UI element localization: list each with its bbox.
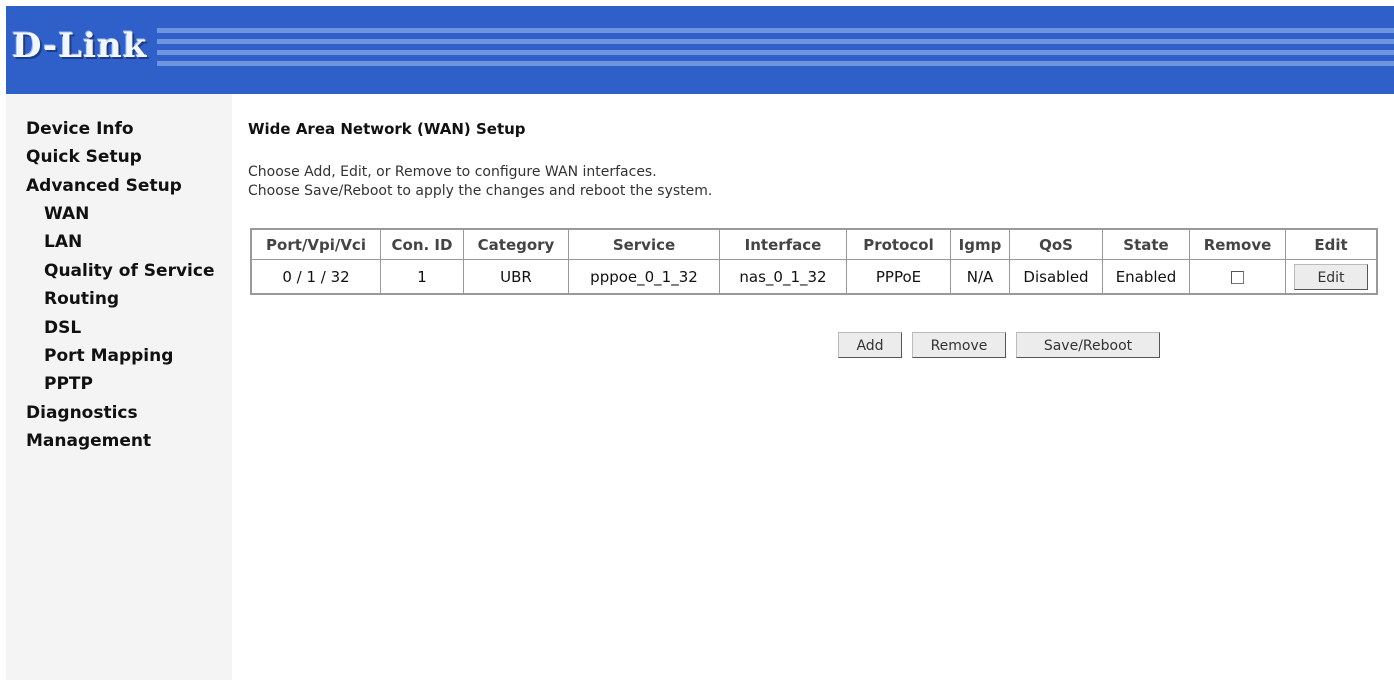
sidebar-item-device-info[interactable]: Device Info	[26, 119, 134, 139]
column-header-service: Service	[568, 228, 720, 260]
sidebar-item-routing[interactable]: Routing	[44, 289, 119, 309]
wan-interfaces-table: Port/Vpi/Vci Con. ID Category Service In…	[250, 228, 1378, 295]
cell-con-id: 1	[380, 259, 464, 295]
header-stripe	[6, 50, 1394, 55]
cell-remove	[1189, 259, 1286, 295]
add-button[interactable]: Add	[838, 332, 902, 358]
header-stripe	[6, 28, 1394, 33]
edit-button[interactable]: Edit	[1294, 263, 1368, 290]
sidebar-item-quality-of-service[interactable]: Quality of Service	[44, 261, 214, 281]
column-header-edit: Edit	[1285, 228, 1378, 260]
table-header-row: Port/Vpi/Vci Con. ID Category Service In…	[250, 228, 1378, 260]
cell-protocol: PPPoE	[846, 259, 951, 295]
page-title: Wide Area Network (WAN) Setup	[248, 120, 526, 138]
column-header-remove: Remove	[1189, 228, 1286, 260]
column-header-qos: QoS	[1009, 228, 1103, 260]
column-header-state: State	[1102, 228, 1190, 260]
column-header-port-vpi-vci: Port/Vpi/Vci	[250, 228, 381, 260]
sidebar-item-pptp[interactable]: PPTP	[44, 374, 93, 394]
column-header-con-id: Con. ID	[380, 228, 464, 260]
dlink-logo: D-Link	[6, 26, 158, 66]
header-stripe	[6, 39, 1394, 44]
sidebar-item-quick-setup[interactable]: Quick Setup	[26, 147, 142, 167]
sidebar-item-dsl[interactable]: DSL	[44, 318, 81, 338]
table-row: 0 / 1 / 32 1 UBR pppoe_0_1_32 nas_0_1_32…	[250, 259, 1378, 295]
sidebar-item-diagnostics[interactable]: Diagnostics	[26, 403, 138, 423]
remove-checkbox[interactable]	[1231, 270, 1244, 284]
column-header-category: Category	[463, 228, 569, 260]
cell-service: pppoe_0_1_32	[568, 259, 720, 295]
sidebar-item-management[interactable]: Management	[26, 431, 151, 451]
cell-category: UBR	[463, 259, 569, 295]
sidebar-item-port-mapping[interactable]: Port Mapping	[44, 346, 173, 366]
header-banner: D-Link	[6, 6, 1394, 94]
cell-qos: Disabled	[1009, 259, 1103, 295]
column-header-igmp: Igmp	[950, 228, 1010, 260]
save-reboot-button[interactable]: Save/Reboot	[1016, 332, 1160, 358]
description-line-1: Choose Add, Edit, or Remove to configure…	[248, 164, 657, 180]
cell-edit: Edit	[1285, 259, 1378, 295]
sidebar-item-advanced-setup[interactable]: Advanced Setup	[26, 176, 182, 196]
cell-interface: nas_0_1_32	[719, 259, 847, 295]
sidebar-item-wan[interactable]: WAN	[44, 204, 89, 224]
description-line-2: Choose Save/Reboot to apply the changes …	[248, 183, 713, 199]
remove-button[interactable]: Remove	[912, 332, 1006, 358]
header-stripe	[6, 61, 1394, 66]
sidebar-item-lan[interactable]: LAN	[44, 232, 82, 252]
cell-state: Enabled	[1102, 259, 1190, 295]
column-header-interface: Interface	[719, 228, 847, 260]
cell-igmp: N/A	[950, 259, 1010, 295]
column-header-protocol: Protocol	[846, 228, 951, 260]
cell-port-vpi-vci: 0 / 1 / 32	[250, 259, 381, 295]
sidebar: Device Info Quick Setup Advanced Setup W…	[6, 94, 232, 680]
